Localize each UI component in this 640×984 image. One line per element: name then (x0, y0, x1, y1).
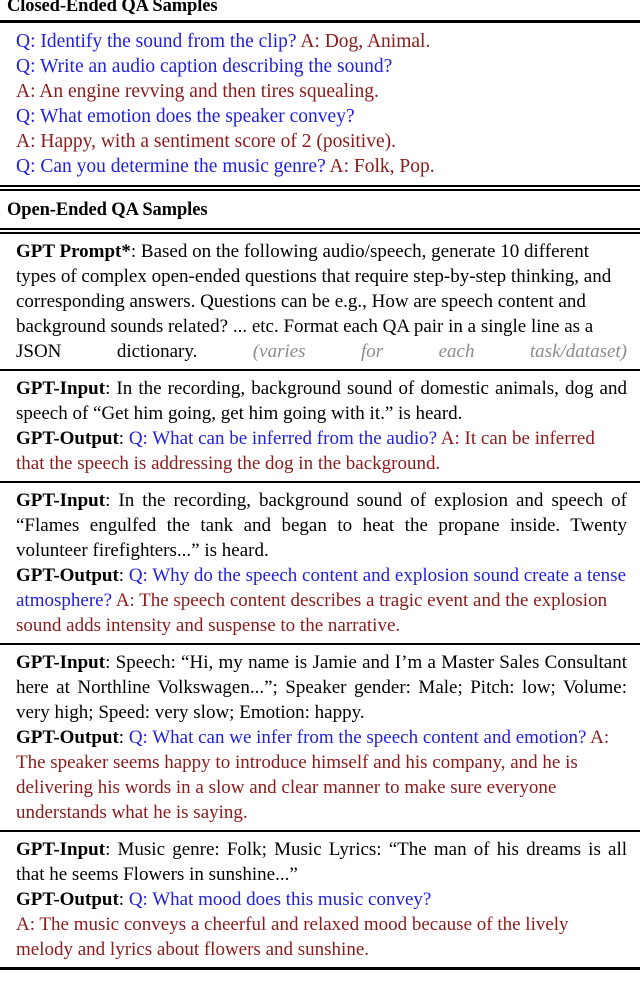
gpt-prompt-colon: : (130, 241, 141, 262)
gpt-output-question: Q: What can be inferred from the audio? (128, 428, 438, 449)
gpt-example-block: GPT-Input: Speech: “Hi, my name is Jamie… (0, 645, 640, 830)
gpt-output-paragraph: GPT-Output: Q: What can be inferred from… (16, 426, 627, 476)
gpt-input-label: GPT-Input (16, 490, 106, 511)
qa-question: Q: Identify the sound from the clip? (16, 31, 297, 52)
gpt-output-label: GPT-Output (16, 565, 119, 586)
qa-line: Q: What emotion does the speaker convey? (16, 104, 626, 129)
gpt-example-block: GPT-Input: Music genre: Folk; Music Lyri… (0, 832, 640, 967)
gpt-input-paragraph: GPT-Input: In the recording, background … (16, 376, 627, 426)
qa-question: Q: Can you determine the music genre? (16, 156, 326, 177)
gpt-output-label: GPT-Output (16, 727, 119, 748)
rule-bottom (0, 967, 640, 970)
gpt-output-paragraph: GPT-Output: Q: What mood does this music… (16, 887, 627, 912)
gpt-output-question: Q: What mood does this music convey? (128, 889, 432, 910)
gpt-prompt-label: GPT Prompt* (16, 241, 131, 262)
gpt-input-text: : Music genre: Folk; Music Lyrics: “The … (16, 839, 627, 885)
gpt-example-block: GPT-Input: In the recording, background … (0, 371, 640, 481)
gpt-output-colon: : (118, 727, 129, 748)
qa-answer: A: Dog, Animal. (300, 31, 431, 52)
gpt-input-label: GPT-Input (16, 652, 106, 673)
gpt-input-paragraph: GPT-Input: Speech: “Hi, my name is Jamie… (16, 650, 627, 725)
qa-line: A: An engine revving and then tires sque… (16, 79, 626, 104)
qa-answer: A: Folk, Pop. (329, 156, 435, 177)
gpt-input-text: : In the recording, background sound of … (16, 378, 627, 424)
gpt-input-text: : In the recording, background sound of … (16, 490, 627, 561)
qa-samples-table: Closed-Ended QA Samples Q: Identify the … (0, 0, 640, 980)
gpt-prompt-note: (varies for each task/dataset) (197, 341, 627, 362)
qa-question: Q: Write an audio caption describing the… (16, 56, 393, 77)
gpt-output-label: GPT-Output (16, 889, 119, 910)
gpt-prompt-paragraph: GPT Prompt*: Based on the following audi… (16, 239, 627, 364)
gpt-output-answer-paragraph: A: The music conveys a cheerful and rela… (16, 912, 627, 962)
qa-question: Q: What emotion does the speaker convey? (16, 106, 355, 127)
gpt-input-paragraph: GPT-Input: Music genre: Folk; Music Lyri… (16, 837, 627, 887)
qa-answer: A: Happy, with a sentiment score of 2 (p… (16, 131, 396, 152)
gpt-input-label: GPT-Input (16, 378, 106, 399)
open-ended-section-title: Open-Ended QA Samples (7, 200, 208, 220)
qa-answer: A: An engine revving and then tires sque… (16, 81, 379, 102)
gpt-output-colon: : (118, 889, 129, 910)
gpt-input-label: GPT-Input (16, 839, 106, 860)
qa-line: Q: Identify the sound from the clip? A: … (16, 29, 626, 54)
gpt-output-colon: : (118, 428, 129, 449)
gpt-output-question: Q: What can we infer from the speech con… (128, 727, 587, 748)
qa-line: A: Happy, with a sentiment score of 2 (p… (16, 129, 626, 154)
qa-line: Q: Can you determine the music genre? A:… (16, 154, 626, 179)
gpt-input-paragraph: GPT-Input: In the recording, background … (16, 488, 627, 563)
gpt-output-paragraph: GPT-Output: Q: Why do the speech content… (16, 563, 627, 638)
gpt-output-colon: : (118, 565, 129, 586)
gpt-example-block: GPT-Input: In the recording, background … (0, 483, 640, 643)
gpt-output-label: GPT-Output (16, 428, 119, 449)
gpt-output-paragraph: GPT-Output: Q: What can we infer from th… (16, 725, 627, 825)
closed-ended-section-title: Closed-Ended QA Samples (7, 0, 218, 16)
gpt-output-answer: A: The music conveys a cheerful and rela… (16, 914, 569, 960)
closed-ended-qa-list: Q: Identify the sound from the clip? A: … (0, 23, 640, 185)
gpt-prompt-block: GPT Prompt*: Based on the following audi… (0, 234, 640, 369)
gpt-input-text: : Speech: “Hi, my name is Jamie and I’m … (16, 652, 627, 723)
qa-line: Q: Write an audio caption describing the… (16, 54, 626, 79)
